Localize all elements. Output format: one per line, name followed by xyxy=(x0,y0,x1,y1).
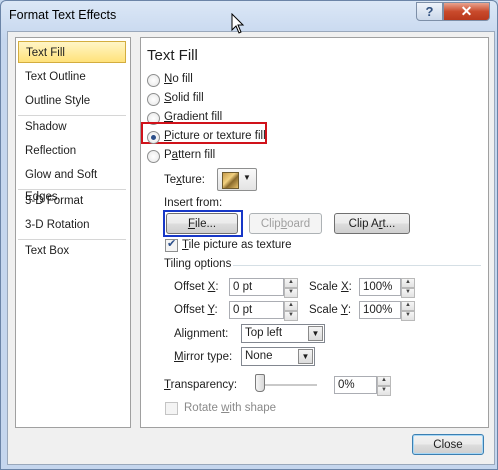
file-button[interactable]: File... xyxy=(166,213,238,234)
mirror-type-label: Mirror type: xyxy=(174,351,233,363)
texture-label: Texture: xyxy=(164,174,205,186)
spin-down-icon[interactable]: ▼ xyxy=(284,288,298,298)
nav-item-text-box[interactable]: Text Box xyxy=(18,240,126,262)
offset-y-input[interactable]: 0 pt xyxy=(229,301,284,319)
clipboard-button[interactable]: Clip b oard xyxy=(249,213,322,234)
rotate-with-shape-label: Rotate with shape xyxy=(184,402,277,414)
transparency-slider-track[interactable] xyxy=(259,384,317,387)
group-divider xyxy=(233,265,481,266)
offset-y-spinner[interactable]: ▲ ▼ xyxy=(284,301,298,321)
spin-down-icon[interactable]: ▼ xyxy=(284,311,298,321)
transparency-spinner[interactable]: ▲ ▼ xyxy=(377,376,391,396)
dialog-window: Format Text Effects ? ✕ Text Fill Text O… xyxy=(0,0,498,470)
tile-label[interactable]: Tile picture as texture xyxy=(182,239,292,251)
nav-item-glow-soft-edges[interactable]: Glow and Soft Edges xyxy=(18,164,126,203)
checkmark-icon: ✔ xyxy=(167,238,177,250)
pattern-fill-radio[interactable] xyxy=(147,150,160,163)
nav-item-outline-style[interactable]: Outline Style xyxy=(18,90,126,112)
spin-up-icon[interactable]: ▲ xyxy=(401,278,415,288)
no-fill-label[interactable]: No fill xyxy=(164,73,193,85)
offset-x-spinner[interactable]: ▲ ▼ xyxy=(284,278,298,298)
dialog-title: Format Text Effects xyxy=(9,8,117,22)
mirror-type-select[interactable]: None ▼ xyxy=(241,347,315,366)
texture-dropdown[interactable]: ▼ xyxy=(217,168,257,191)
scale-y-input[interactable]: 100% xyxy=(359,301,401,319)
chevron-down-icon[interactable]: ▼ xyxy=(308,326,323,341)
nav-item-reflection[interactable]: Reflection xyxy=(18,140,126,162)
alignment-select[interactable]: Top left ▼ xyxy=(241,324,325,343)
spin-down-icon[interactable]: ▼ xyxy=(377,386,391,396)
scale-x-label: Scale X: xyxy=(309,281,352,293)
chevron-down-icon: ▼ xyxy=(243,173,251,182)
transparency-input[interactable]: 0% xyxy=(334,376,377,394)
spin-up-icon[interactable]: ▲ xyxy=(377,376,391,386)
clip-art-button[interactable]: Clip Ar t... xyxy=(334,213,410,234)
nav-item-3d-rotation[interactable]: 3-D Rotation xyxy=(18,214,126,236)
scale-x-input[interactable]: 100% xyxy=(359,278,401,296)
tile-checkbox[interactable]: ✔ xyxy=(165,238,178,252)
spin-up-icon[interactable]: ▲ xyxy=(284,278,298,288)
pattern-fill-label[interactable]: Pattern fill xyxy=(164,149,215,161)
chevron-down-icon[interactable]: ▼ xyxy=(298,349,313,364)
scale-x-spinner[interactable]: ▲ ▼ xyxy=(401,278,415,298)
offset-y-label: Offset Y: xyxy=(174,304,218,316)
scale-y-spinner[interactable]: ▲ ▼ xyxy=(401,301,415,321)
help-button[interactable]: ? xyxy=(416,2,443,21)
spin-down-icon[interactable]: ▼ xyxy=(401,311,415,321)
transparency-slider-thumb[interactable] xyxy=(255,374,265,392)
insert-from-label: Insert from: xyxy=(164,197,223,209)
nav-item-text-fill[interactable]: Text Fill xyxy=(18,41,126,63)
picture-texture-fill-label[interactable]: Picture or texture fill xyxy=(164,130,266,142)
panel-heading: Text Fill xyxy=(147,47,198,64)
dialog-client: Text Fill Text Outline Outline Style Sha… xyxy=(7,31,495,465)
offset-x-label: Offset X: xyxy=(174,281,219,293)
category-list: Text Fill Text Outline Outline Style Sha… xyxy=(15,37,131,428)
mouse-cursor-icon xyxy=(231,13,245,34)
nav-item-3d-format[interactable]: 3-D Format xyxy=(18,190,126,212)
spin-up-icon[interactable]: ▲ xyxy=(401,301,415,311)
text-fill-panel: Text Fill No fill Solid fill Gradient fi… xyxy=(140,37,489,428)
window-close-button[interactable]: ✕ xyxy=(443,2,490,21)
scale-y-label: Scale Y: xyxy=(309,304,352,316)
picture-texture-fill-radio[interactable] xyxy=(147,131,160,144)
nav-item-text-outline[interactable]: Text Outline xyxy=(18,66,126,88)
alignment-label: Alignment: xyxy=(174,328,229,340)
tiling-options-label: Tiling options xyxy=(164,258,232,270)
offset-x-input[interactable]: 0 pt xyxy=(229,278,284,296)
rotate-with-shape-checkbox[interactable] xyxy=(165,402,178,415)
solid-fill-radio[interactable] xyxy=(147,93,160,106)
spin-up-icon[interactable]: ▲ xyxy=(284,301,298,311)
no-fill-radio[interactable] xyxy=(147,74,160,87)
solid-fill-label[interactable]: Solid fill xyxy=(164,92,204,104)
spin-down-icon[interactable]: ▼ xyxy=(401,288,415,298)
texture-swatch-icon xyxy=(222,172,239,189)
nav-item-shadow[interactable]: Shadow xyxy=(18,116,126,138)
transparency-label: Transparency: xyxy=(164,379,238,391)
close-button[interactable]: Close xyxy=(412,434,484,455)
